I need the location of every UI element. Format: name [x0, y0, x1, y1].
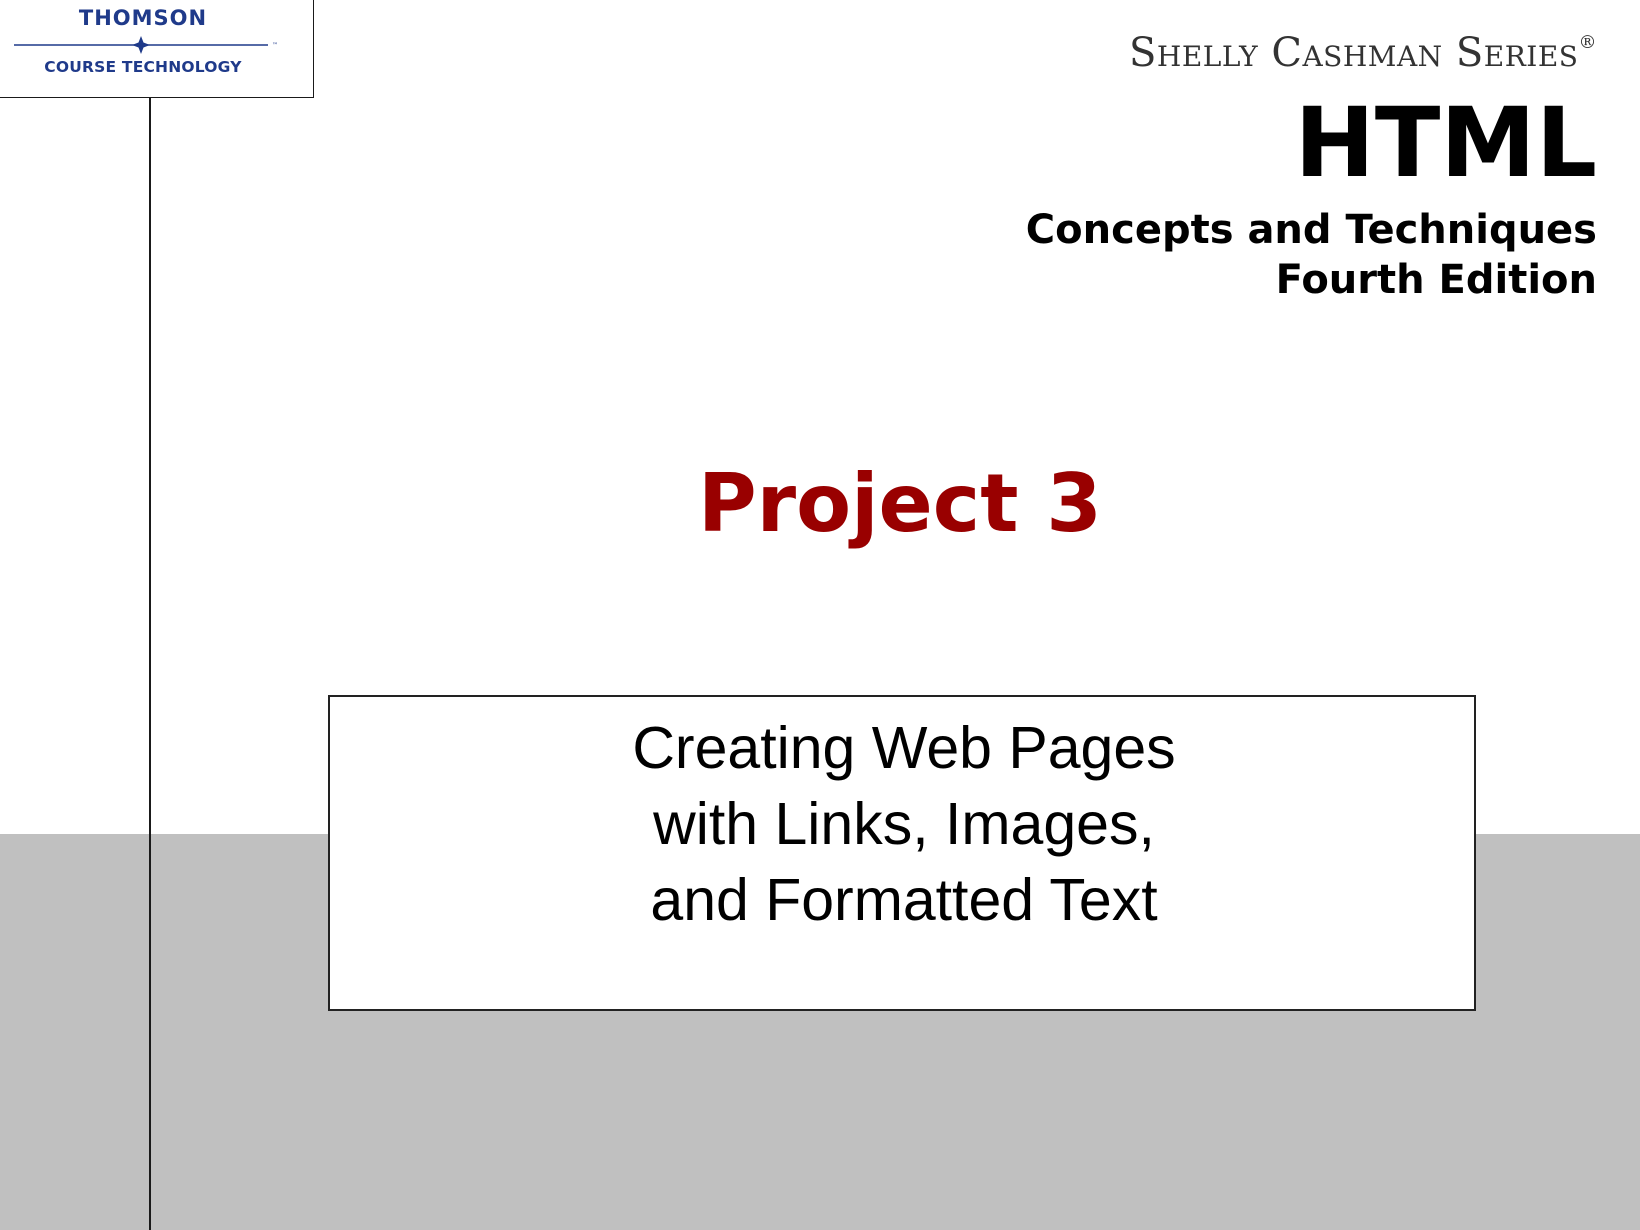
- registered-mark: ®: [1578, 32, 1597, 53]
- project-heading: Project 3: [698, 457, 1102, 550]
- logo-subname: COURSE TECHNOLOGY: [44, 58, 242, 76]
- series-name-text: Shelly Cashman Series: [1129, 30, 1579, 76]
- logo-star-rule-icon: ™: [14, 36, 278, 54]
- slide-text-line: and Formatted Text: [650, 867, 1158, 933]
- slide: THOMSON ™ COURSE TECHNOLOGY Shelly Cashm…: [0, 0, 1640, 1230]
- slide-text-line: Creating Web Pages: [632, 715, 1176, 781]
- series-name: Shelly Cashman Series®: [1129, 30, 1597, 76]
- publisher-logo: THOMSON ™ COURSE TECHNOLOGY: [0, 0, 314, 98]
- book-edition: Fourth Edition: [1275, 257, 1597, 303]
- book-subtitle: Concepts and Techniques: [1025, 207, 1597, 253]
- book-title: HTML: [1294, 87, 1597, 199]
- logo-trademark: ™: [272, 42, 278, 49]
- slide-text-line: with Links, Images,: [653, 791, 1155, 857]
- slide-text-box: Creating Web Pages with Links, Images, a…: [328, 695, 1476, 1011]
- vertical-divider-line: [149, 98, 151, 1230]
